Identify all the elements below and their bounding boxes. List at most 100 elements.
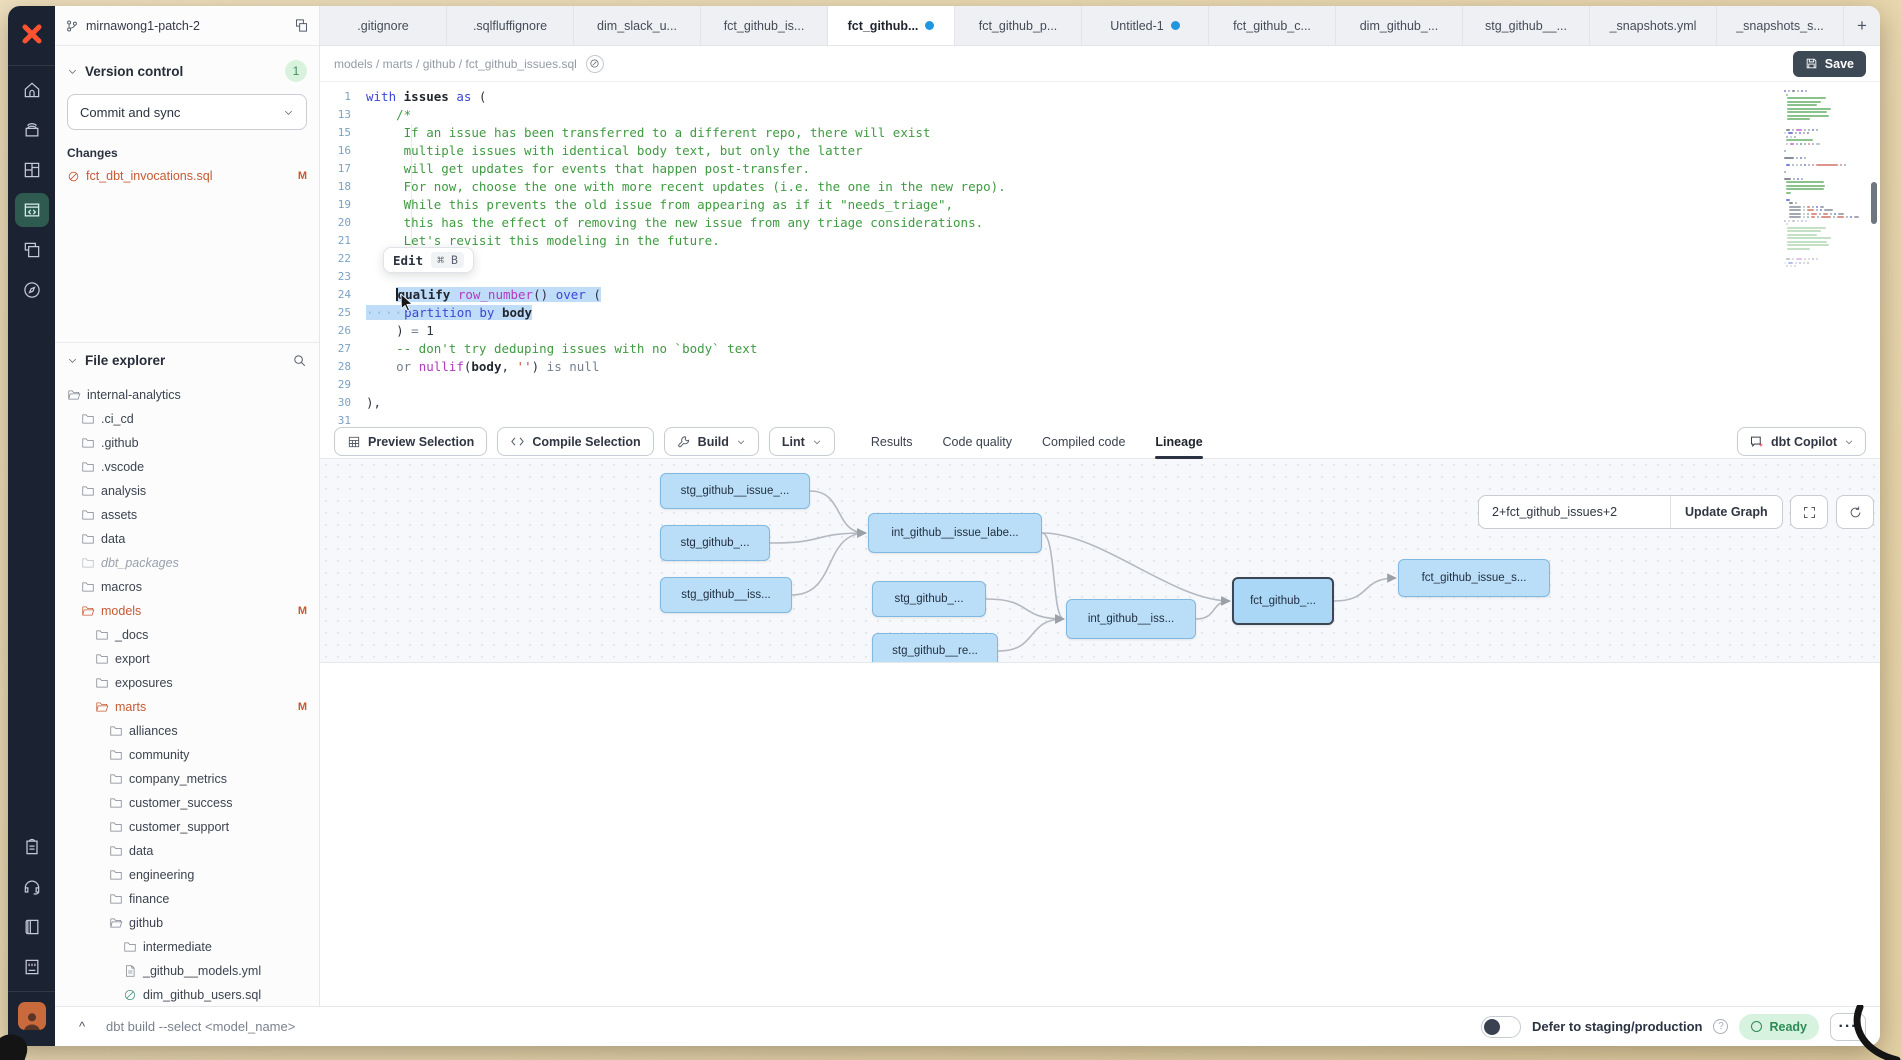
editor-tab[interactable]: _snapshots_s... xyxy=(1717,6,1844,45)
editor-scrollbar[interactable] xyxy=(1871,182,1877,224)
copy-icon[interactable] xyxy=(294,18,309,33)
clipboard-icon[interactable] xyxy=(15,830,49,864)
editor-tab[interactable]: dim_github_... xyxy=(1336,6,1463,45)
file-tree-item[interactable]: _docs xyxy=(55,623,319,647)
code-line[interactable]: 19 While this prevents the old issue fro… xyxy=(320,196,1780,214)
code-line[interactable]: 16 multiple issues with identical body t… xyxy=(320,142,1780,160)
code-line[interactable]: 23 xyxy=(320,268,1780,286)
edit-popup-label[interactable]: Edit xyxy=(393,253,423,268)
dbt-command-input[interactable]: dbt build --select <model_name> xyxy=(106,1019,1470,1034)
code-editor[interactable]: 1 with issues as ( 13 /* 15 If an issue … xyxy=(320,82,1880,425)
file-tree-item[interactable]: models M xyxy=(55,599,319,623)
help-icon[interactable]: ? xyxy=(1713,1019,1728,1034)
code-line[interactable]: 28 or nullif(body, '') is null xyxy=(320,358,1780,376)
code-line[interactable]: 22 xyxy=(320,250,1780,268)
lineage-node[interactable]: stg_github__re... xyxy=(872,633,998,663)
file-tree-item[interactable]: _github__models.yml xyxy=(55,959,319,983)
dbt-copilot-button[interactable]: dbt Copilot xyxy=(1737,427,1866,456)
file-tree-item[interactable]: data xyxy=(55,527,319,551)
chevron-down-icon[interactable] xyxy=(67,66,78,77)
editor-tab[interactable]: fct_github_c... xyxy=(1209,6,1336,45)
selector-input[interactable]: 2+fct_github_issues+2 xyxy=(1479,496,1671,528)
editor-tab[interactable]: _snapshots.yml xyxy=(1590,6,1717,45)
lineage-node[interactable]: int_github__issue_labe... xyxy=(868,513,1042,553)
lineage-node[interactable]: stg_github_... xyxy=(660,525,770,561)
lineage-node[interactable]: stg_github__iss... xyxy=(660,577,792,613)
code-line[interactable]: 29 xyxy=(320,376,1780,394)
copy-path-icon[interactable] xyxy=(586,55,604,73)
compile-selection-button[interactable]: Compile Selection xyxy=(497,427,653,456)
code-line[interactable]: 31 xyxy=(320,412,1780,425)
code-line[interactable]: 13 /* xyxy=(320,106,1780,124)
update-graph-button[interactable]: Update Graph xyxy=(1671,496,1782,528)
file-tree-item[interactable]: intermediate xyxy=(55,935,319,959)
lineage-node[interactable]: int_github__iss... xyxy=(1066,599,1196,639)
code-line[interactable]: 1 with issues as ( xyxy=(320,88,1780,106)
file-tree-item[interactable]: export xyxy=(55,647,319,671)
code-line[interactable]: 15 If an issue has been transferred to a… xyxy=(320,124,1780,142)
commit-and-sync-button[interactable]: Commit and sync xyxy=(67,94,307,130)
code-line[interactable]: 30 ), xyxy=(320,394,1780,412)
file-tree-item[interactable]: macros xyxy=(55,575,319,599)
file-tree-item[interactable]: company_metrics xyxy=(55,767,319,791)
code-line[interactable]: 25 ····partition by body xyxy=(320,304,1780,322)
file-tree-item[interactable]: community xyxy=(55,743,319,767)
code-line[interactable]: 24 qualify row_number() over ( xyxy=(320,286,1780,304)
terminal-keys-icon[interactable] xyxy=(15,950,49,984)
file-tree-item[interactable]: .ci_cd xyxy=(55,407,319,431)
file-tree-item[interactable]: analysis xyxy=(55,479,319,503)
ide-icon[interactable] xyxy=(15,193,49,227)
file-tree-item[interactable]: internal-analytics xyxy=(55,383,319,407)
preview-selection-button[interactable]: Preview Selection xyxy=(334,427,487,456)
windows-icon[interactable] xyxy=(15,233,49,267)
file-tree-item[interactable]: engineering xyxy=(55,863,319,887)
file-tree-item[interactable]: assets xyxy=(55,503,319,527)
file-tree-item[interactable]: .github xyxy=(55,431,319,455)
build-button[interactable]: Build xyxy=(664,427,759,456)
code-line[interactable]: 20 this has the effect of removing the n… xyxy=(320,214,1780,232)
code-line[interactable]: 18 For now, choose the one with more rec… xyxy=(320,178,1780,196)
file-tree-item[interactable]: github xyxy=(55,911,319,935)
editor-tab[interactable]: Untitled-1 xyxy=(1082,6,1209,45)
support-headset-icon[interactable] xyxy=(15,870,49,904)
file-tree-item[interactable]: alliances xyxy=(55,719,319,743)
code-line[interactable]: 17 will get updates for events that happ… xyxy=(320,160,1780,178)
lint-button[interactable]: Lint xyxy=(769,427,835,456)
lineage-node[interactable]: fct_github_issue_s... xyxy=(1398,559,1550,597)
code-line[interactable]: 21 Let's revisit this modeling in the fu… xyxy=(320,232,1780,250)
editor-tab[interactable]: fct_github_p... xyxy=(955,6,1082,45)
editor-tab[interactable]: stg_github__... xyxy=(1463,6,1590,45)
lineage-node[interactable]: stg_github__issue_... xyxy=(660,473,810,509)
save-button[interactable]: Save xyxy=(1793,51,1866,77)
file-tree-item[interactable]: dbt_packages xyxy=(55,551,319,575)
file-tree-item[interactable]: .vscode xyxy=(55,455,319,479)
docs-icon[interactable] xyxy=(15,910,49,944)
fullscreen-button[interactable] xyxy=(1790,495,1828,529)
panel-tab-results[interactable]: Results xyxy=(871,425,913,459)
search-icon[interactable] xyxy=(292,353,307,368)
compass-icon[interactable] xyxy=(15,273,49,307)
edit-popup[interactable]: Edit ⌘ B xyxy=(383,247,474,273)
file-tree-item[interactable]: exposures xyxy=(55,671,319,695)
file-tree-item[interactable]: customer_success xyxy=(55,791,319,815)
panel-tab-lineage[interactable]: Lineage xyxy=(1155,425,1202,459)
lineage-node[interactable]: stg_github_... xyxy=(872,581,986,617)
projects-icon[interactable] xyxy=(15,113,49,147)
new-tab-button[interactable]: + xyxy=(1844,6,1880,45)
panel-tab-compiled-code[interactable]: Compiled code xyxy=(1042,425,1125,459)
lineage-node[interactable]: fct_github_... xyxy=(1232,577,1334,625)
refresh-button[interactable] xyxy=(1836,495,1874,529)
file-tree-item[interactable]: data xyxy=(55,839,319,863)
file-tree-item[interactable]: customer_support xyxy=(55,815,319,839)
editor-tab[interactable]: dim_slack_u... xyxy=(574,6,701,45)
user-avatar[interactable] xyxy=(15,999,49,1033)
file-tree-item[interactable]: marts M xyxy=(55,695,319,719)
changed-file-row[interactable]: fct_dbt_invocations.sql M xyxy=(67,169,307,183)
minimap[interactable] xyxy=(1784,90,1862,268)
dbt-logo-icon[interactable] xyxy=(15,17,49,51)
editor-tab[interactable]: .sqlfluffignore xyxy=(447,6,574,45)
panel-tab-code-quality[interactable]: Code quality xyxy=(943,425,1013,459)
code-line[interactable]: 27 -- don't try deduping issues with no … xyxy=(320,340,1780,358)
defer-toggle[interactable] xyxy=(1481,1016,1521,1038)
editor-tab[interactable]: fct_github_is... xyxy=(701,6,828,45)
